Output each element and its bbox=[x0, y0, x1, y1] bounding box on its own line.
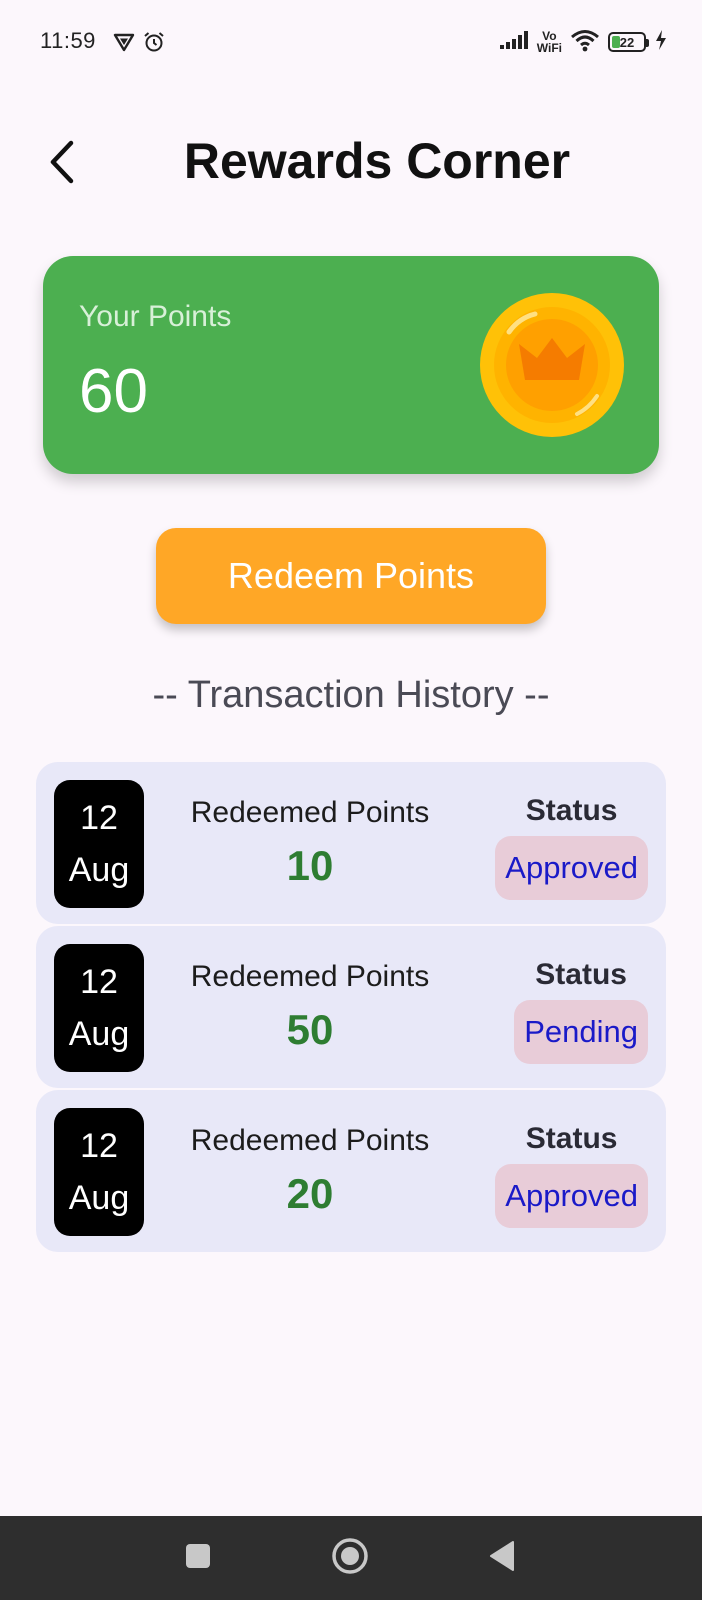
vowifi-indicator: Vo WiFi bbox=[537, 30, 562, 54]
status-right-group: Vo WiFi 22 bbox=[499, 26, 668, 58]
status-time: 11:59 bbox=[40, 28, 96, 53]
transaction-label: Redeemed Points bbox=[190, 796, 430, 829]
date-badge: 12 Aug bbox=[54, 1108, 144, 1236]
date-badge: 12 Aug bbox=[54, 780, 144, 908]
signal-icon bbox=[499, 30, 529, 55]
status-bar: 11:59 Vo WiFi 22 bbox=[0, 0, 702, 84]
battery-icon: 22 bbox=[608, 32, 649, 52]
home-button[interactable] bbox=[328, 1536, 372, 1580]
transaction-row[interactable]: 12 Aug Redeemed Points 20 Status Approve… bbox=[36, 1090, 666, 1252]
date-day: 12 bbox=[80, 963, 118, 1001]
wifi-icon bbox=[570, 28, 600, 57]
date-day: 12 bbox=[80, 1127, 118, 1165]
status-label: Status bbox=[525, 1122, 618, 1155]
date-month: Aug bbox=[68, 1015, 130, 1053]
status-badge: Pending bbox=[514, 1000, 648, 1064]
crown-coin-icon bbox=[479, 292, 625, 438]
transaction-points: 10 bbox=[286, 842, 334, 889]
home-circle-icon bbox=[331, 1537, 369, 1580]
status-column: Status Approved bbox=[495, 1122, 648, 1228]
status-column: Status Pending bbox=[514, 958, 648, 1064]
charging-icon bbox=[654, 29, 668, 56]
transaction-points: 20 bbox=[286, 1170, 334, 1217]
battery-level: 22 bbox=[619, 34, 635, 50]
vowifi-bottom: WiFi bbox=[536, 41, 562, 55]
transaction-points: 50 bbox=[286, 1006, 334, 1053]
points-value: 60 bbox=[79, 357, 148, 426]
transaction-history-title: -- Transaction History -- bbox=[152, 674, 550, 716]
nav-back-button[interactable] bbox=[480, 1536, 524, 1580]
battery-tip bbox=[646, 39, 649, 47]
system-nav-bar bbox=[0, 1516, 702, 1600]
rewards-screen: 11:59 Vo WiFi 22 Rewards Corner Your Poi… bbox=[0, 0, 702, 1600]
transaction-row[interactable]: 12 Aug Redeemed Points 50 Status Pending bbox=[36, 926, 666, 1088]
points-label: Your Points bbox=[79, 300, 232, 333]
status-badge: Approved bbox=[495, 1164, 648, 1228]
alarm-icon bbox=[142, 30, 166, 59]
transaction-label: Redeemed Points bbox=[190, 1124, 430, 1157]
date-day: 12 bbox=[80, 799, 118, 837]
recents-square-icon bbox=[184, 1542, 212, 1575]
transaction-row[interactable]: 12 Aug Redeemed Points 10 Status Approve… bbox=[36, 762, 666, 924]
status-column: Status Approved bbox=[495, 794, 648, 900]
transaction-label: Redeemed Points bbox=[190, 960, 430, 993]
date-badge: 12 Aug bbox=[54, 944, 144, 1072]
status-badge: Approved bbox=[495, 836, 648, 900]
status-label: Status bbox=[525, 794, 618, 827]
page-title: Rewards Corner bbox=[183, 133, 571, 189]
vpn-icon bbox=[112, 30, 136, 59]
status-label: Status bbox=[535, 958, 627, 991]
back-triangle-icon bbox=[487, 1540, 517, 1577]
recents-button[interactable] bbox=[176, 1536, 220, 1580]
date-month: Aug bbox=[68, 1179, 130, 1217]
redeem-points-button[interactable]: Redeem Points bbox=[156, 528, 546, 624]
date-month: Aug bbox=[68, 851, 130, 889]
points-card: Your Points 60 bbox=[43, 256, 659, 474]
